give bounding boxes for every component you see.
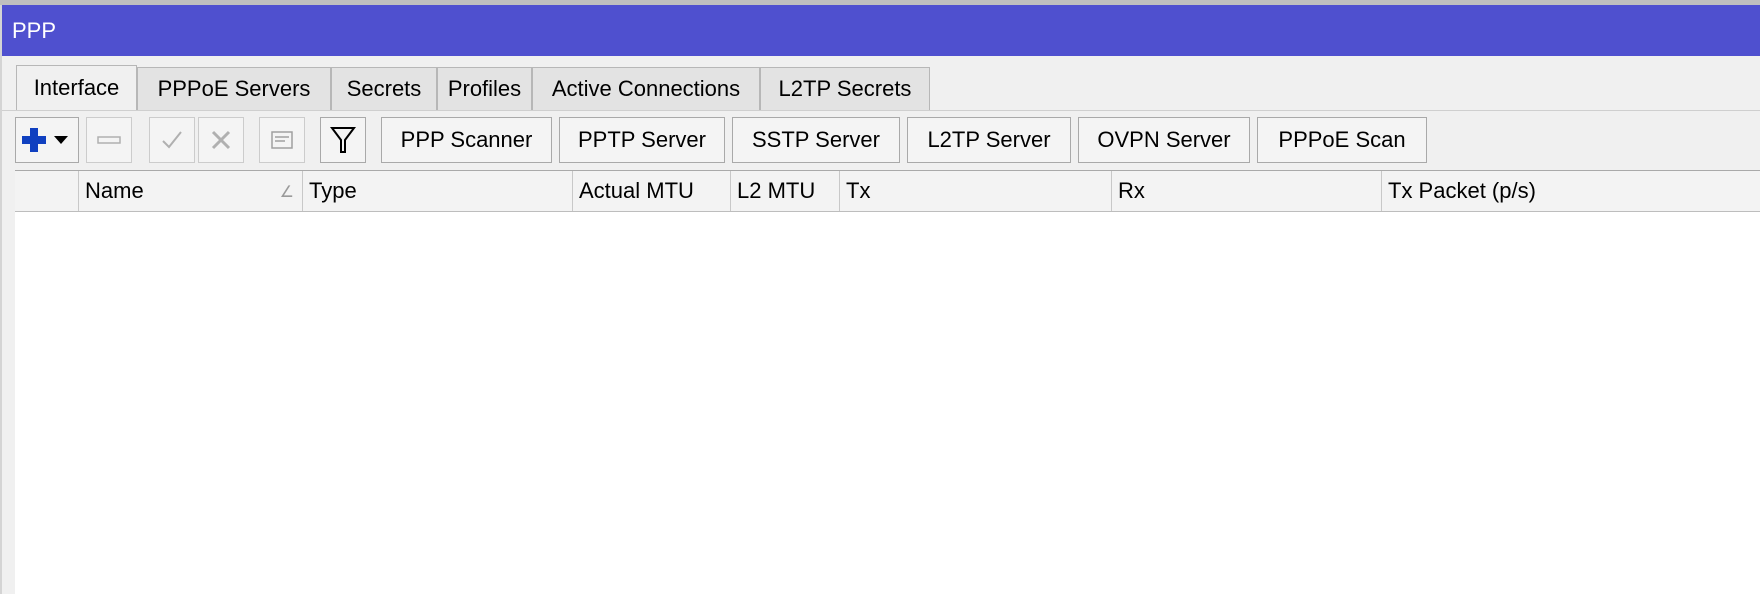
- interface-table: Name ∠ Type Actual MTU L2 MTU Tx Rx Tx P…: [15, 170, 1760, 595]
- comment-button[interactable]: [259, 117, 305, 163]
- window-title[interactable]: PPP: [2, 5, 1760, 56]
- column-header-tx[interactable]: Tx: [840, 171, 1112, 211]
- add-button[interactable]: [15, 117, 79, 163]
- pptp-server-button[interactable]: PPTP Server: [559, 117, 725, 163]
- column-header-name[interactable]: Name ∠: [79, 171, 303, 211]
- comment-icon: [271, 131, 293, 149]
- tab-divider: [2, 110, 1760, 111]
- enable-button[interactable]: [149, 117, 195, 163]
- column-header-flags[interactable]: [15, 171, 79, 211]
- column-header-l2-mtu[interactable]: L2 MTU: [731, 171, 840, 211]
- ovpn-server-button[interactable]: OVPN Server: [1078, 117, 1250, 163]
- tab-profiles[interactable]: Profiles: [437, 67, 532, 110]
- disable-icon: [211, 130, 231, 150]
- column-header-actual-mtu[interactable]: Actual MTU: [573, 171, 731, 211]
- sort-indicator-icon: ∠: [279, 184, 294, 201]
- table-header: Name ∠ Type Actual MTU L2 MTU Tx Rx Tx P…: [15, 171, 1760, 212]
- toolbar: PPP Scanner PPTP Server SSTP Server L2TP…: [2, 117, 1760, 165]
- add-icon: [22, 128, 68, 152]
- enable-icon: [162, 131, 182, 149]
- tab-pppoe-servers[interactable]: PPPoE Servers: [137, 67, 331, 110]
- column-header-name-label: Name: [85, 178, 144, 203]
- disable-button[interactable]: [198, 117, 244, 163]
- ppp-scanner-button[interactable]: PPP Scanner: [381, 117, 552, 163]
- column-header-tx-packet[interactable]: Tx Packet (p/s): [1382, 171, 1760, 211]
- tab-secrets[interactable]: Secrets: [331, 67, 437, 110]
- column-header-rx[interactable]: Rx: [1112, 171, 1382, 211]
- remove-button[interactable]: [86, 117, 132, 163]
- pppoe-scan-button[interactable]: PPPoE Scan: [1257, 117, 1427, 163]
- tab-active-connections[interactable]: Active Connections: [532, 67, 760, 110]
- tab-l2tp-secrets[interactable]: L2TP Secrets: [760, 67, 930, 110]
- column-header-type[interactable]: Type: [303, 171, 573, 211]
- l2tp-server-button[interactable]: L2TP Server: [907, 117, 1071, 163]
- filter-icon: [330, 127, 356, 153]
- ppp-window: PPP Interface PPPoE Servers Secrets Prof…: [0, 5, 1760, 595]
- sstp-server-button[interactable]: SSTP Server: [732, 117, 900, 163]
- tab-interface[interactable]: Interface: [16, 65, 137, 111]
- filter-button[interactable]: [320, 117, 366, 163]
- table-body[interactable]: [15, 212, 1760, 595]
- remove-icon: [97, 136, 121, 144]
